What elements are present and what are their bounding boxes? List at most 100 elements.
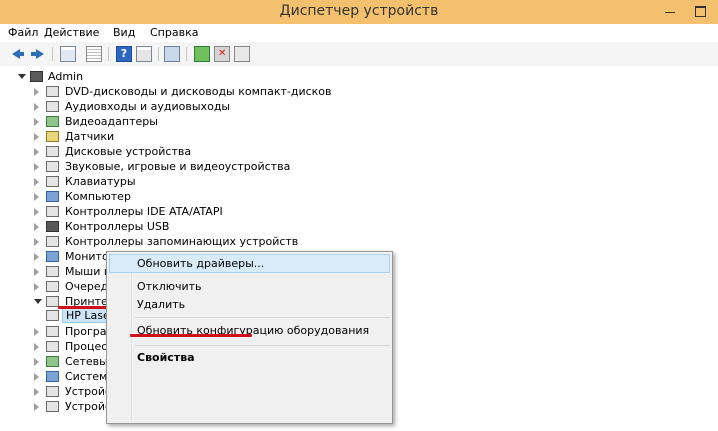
view-icon[interactable] [60, 46, 76, 62]
properties-icon[interactable] [86, 46, 102, 62]
expand-arrow-icon[interactable] [34, 373, 40, 381]
toolbar-separator [108, 47, 109, 61]
tree-item-ide[interactable]: Контроллеры IDE ATA/ATAPI [34, 204, 334, 219]
speaker-icon [46, 161, 59, 172]
toolbar: ? [0, 42, 718, 67]
annotation-underline [58, 306, 108, 309]
update-drivers-item[interactable]: Обновить драйверы... [137, 255, 264, 273]
tree-item-audio-io[interactable]: Аудиовходы и аудиовыходы [34, 99, 334, 114]
expand-arrow-icon[interactable] [34, 283, 40, 291]
tree-item-devices-2[interactable]: Устройс [34, 399, 114, 414]
add-hardware-icon[interactable] [234, 46, 250, 62]
tree-item-devices-1[interactable]: Устройс [34, 384, 114, 399]
tree-item-software[interactable]: Програм [34, 324, 115, 339]
tree-item-label: Компьютер [65, 190, 131, 203]
sensor-icon [46, 131, 59, 142]
mouse-icon [46, 266, 59, 277]
forward-arrow-icon[interactable] [30, 46, 46, 62]
tree-item-video-adapters[interactable]: Видеоадаптеры [34, 114, 334, 129]
scan-hardware-icon[interactable] [164, 46, 180, 62]
menu-file[interactable]: Файл [8, 26, 38, 39]
expand-arrow-icon[interactable] [34, 238, 40, 246]
expand-arrow-icon[interactable] [34, 103, 40, 111]
tree-item-label: Дисковые устройства [65, 145, 192, 158]
expand-arrow-icon[interactable] [34, 178, 40, 186]
expand-arrow-icon[interactable] [34, 163, 40, 171]
disable-item[interactable]: Отключить [137, 278, 202, 296]
context-menu-separator [135, 317, 390, 318]
tree-item-label: DVD-дисководы и дисководы компакт-дисков [65, 85, 332, 98]
expand-arrow-icon[interactable] [34, 268, 40, 276]
help-icon[interactable]: ? [116, 46, 132, 62]
tree-item-label: Устройс [65, 385, 112, 398]
tree-item-system[interactable]: Системн [34, 369, 115, 384]
expand-arrow-icon[interactable] [34, 208, 40, 216]
storage-controller-icon [46, 236, 59, 247]
video-adapter-icon [46, 116, 59, 127]
tree-item-dvd[interactable]: DVD-дисководы и дисководы компакт-дисков [34, 84, 334, 99]
keyboard-icon [46, 176, 59, 187]
title-bar: Диспетчер устройств [0, 0, 718, 24]
toolbar-separator [158, 47, 159, 61]
tree-item-processors[interactable]: Процесс [34, 339, 114, 354]
tree-item-computer[interactable]: Компьютер [34, 189, 334, 204]
menu-bar: Файл Действие Вид Справка [0, 24, 718, 42]
tree-item-network[interactable]: Сетевые [34, 354, 115, 369]
expand-arrow-icon[interactable] [34, 193, 40, 201]
collapse-arrow-icon[interactable] [34, 297, 42, 305]
print-queue-icon [46, 281, 59, 292]
expand-arrow-icon[interactable] [34, 328, 40, 336]
tree-root-label: Admin [48, 70, 84, 83]
uninstall-icon[interactable] [214, 46, 230, 62]
tree-item-label: Датчики [65, 130, 115, 143]
expand-arrow-icon[interactable] [34, 118, 40, 126]
scan-hardware-item[interactable]: Обновить конфигурацию оборудования [137, 322, 369, 340]
tree-item-disk-drives[interactable]: Дисковые устройства [34, 144, 334, 159]
expand-arrow-icon[interactable] [34, 253, 40, 261]
expand-arrow-icon[interactable] [34, 403, 40, 411]
expand-arrow-icon[interactable] [34, 388, 40, 396]
expand-arrow-icon[interactable] [34, 148, 40, 156]
expand-arrow-icon[interactable] [34, 343, 40, 351]
computer-icon [30, 71, 43, 82]
system-device-icon [46, 371, 59, 382]
tree-item-storage-controllers[interactable]: Контроллеры запоминающих устройств [34, 234, 334, 249]
device-icon [46, 386, 59, 397]
tree-item-label: Контроллеры USB [65, 220, 170, 233]
expand-arrow-icon[interactable] [34, 133, 40, 141]
menu-view[interactable]: Вид [113, 26, 135, 39]
expand-arrow-icon[interactable] [34, 88, 40, 96]
expand-arrow-icon[interactable] [34, 358, 40, 366]
context-menu-gutter [131, 254, 132, 421]
tree-item-keyboards[interactable]: Клавиатуры [34, 174, 334, 189]
maximize-button[interactable] [690, 4, 710, 18]
tree-root[interactable]: Admin [18, 69, 138, 84]
tree-item-label: Контроллеры IDE ATA/ATAPI [65, 205, 223, 218]
update-driver-icon[interactable] [194, 46, 210, 62]
controller-icon [46, 206, 59, 217]
printer-icon [46, 296, 59, 307]
audio-io-icon [46, 101, 59, 112]
back-arrow-icon[interactable] [10, 46, 26, 62]
expand-arrow-icon[interactable] [34, 223, 40, 231]
annotation-underline [130, 334, 252, 337]
software-device-icon [46, 326, 59, 337]
context-menu: Обновить драйверы... Отключить Удалить О… [106, 251, 393, 424]
collapse-arrow-icon[interactable] [18, 72, 26, 80]
tree-item-label: Клавиатуры [65, 175, 136, 188]
monitor-icon [46, 251, 59, 262]
menu-action[interactable]: Действие [44, 26, 99, 39]
device-icon [46, 401, 59, 412]
tree-item-sound[interactable]: Звуковые, игровые и видеоустройства [34, 159, 334, 174]
tree-item-sensors[interactable]: Датчики [34, 129, 334, 144]
menu-help[interactable]: Справка [150, 26, 198, 39]
context-menu-separator [135, 345, 390, 346]
tree-item-usb[interactable]: Контроллеры USB [34, 219, 334, 234]
minimize-button[interactable] [660, 4, 680, 18]
disk-drive-icon [46, 146, 59, 157]
properties-item[interactable]: Свойства [137, 349, 195, 367]
view-alt-icon[interactable] [136, 46, 152, 62]
uninstall-item[interactable]: Удалить [137, 296, 185, 314]
usb-icon [46, 221, 59, 232]
computer-icon [46, 191, 59, 202]
